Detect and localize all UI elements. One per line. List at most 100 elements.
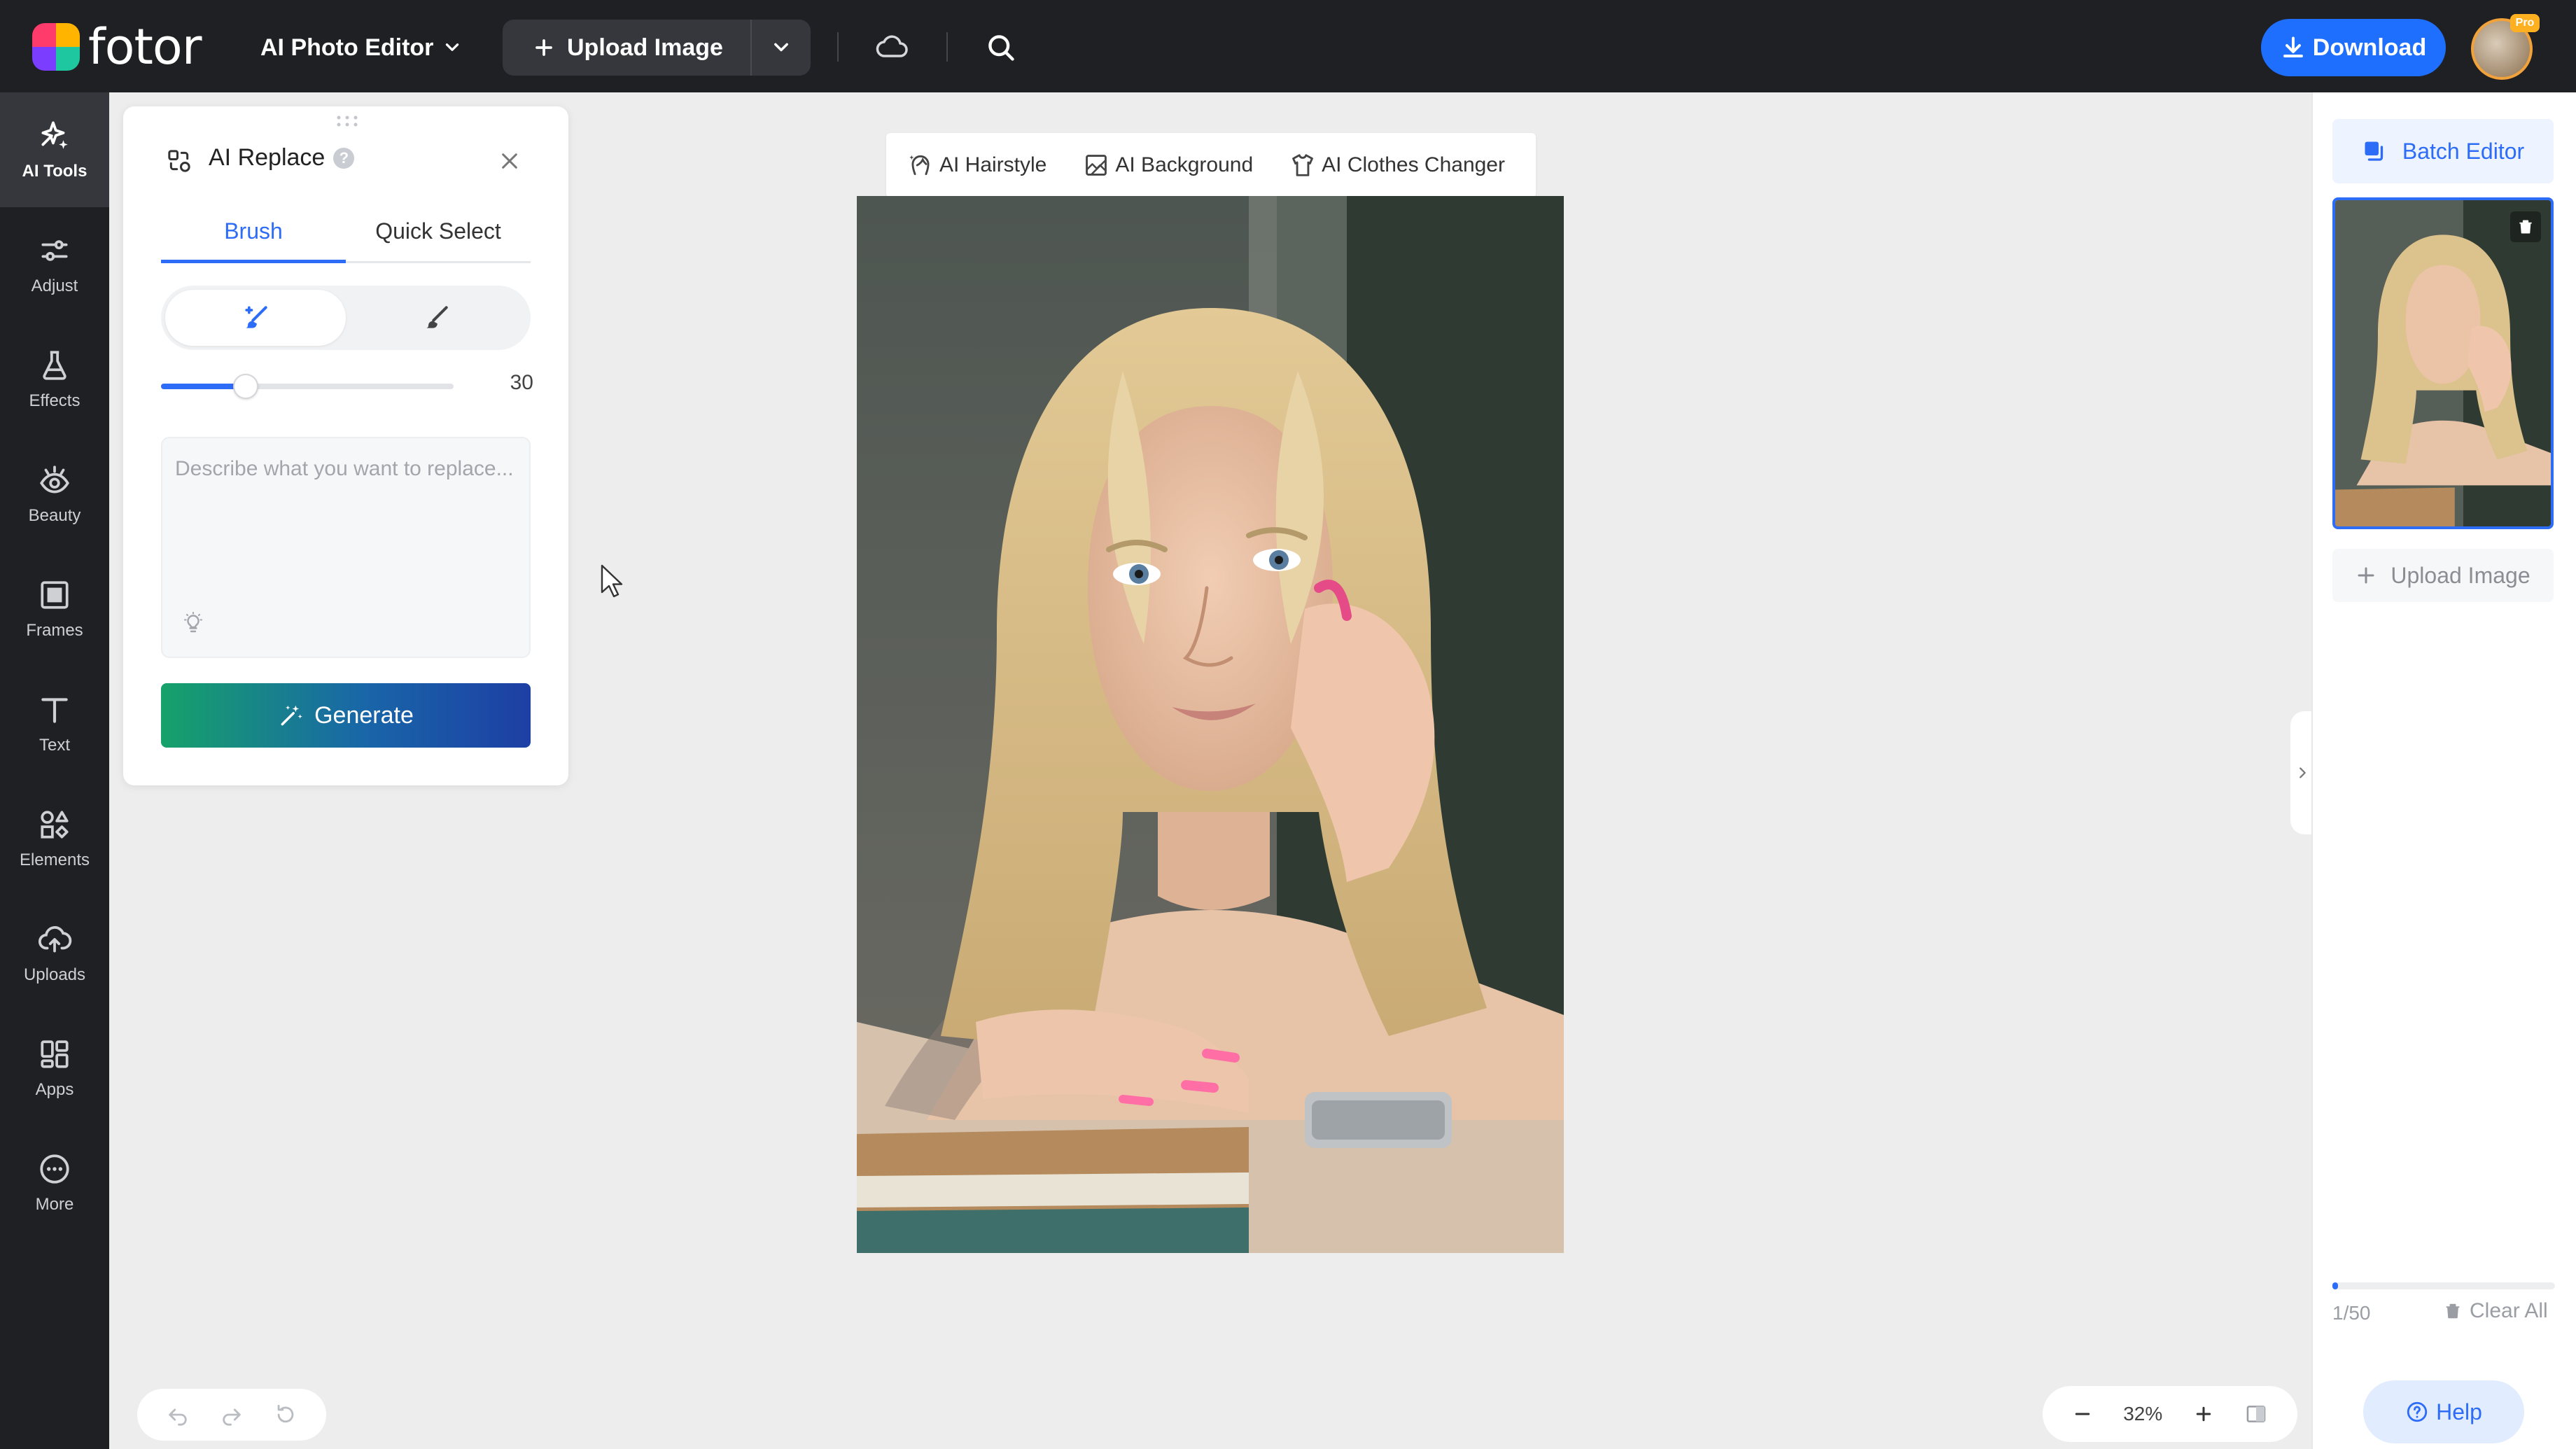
canvas-photo[interactable] [857,196,1564,1253]
fotor-logo[interactable]: fotor [32,18,202,76]
replace-prompt-input[interactable] [162,438,529,606]
zoom-controls: 32% [2043,1386,2297,1442]
more-icon [40,1154,69,1184]
help-label: Help [2436,1399,2482,1424]
ai-clothes-changer-button[interactable]: AI Clothes Changer [1289,152,1505,178]
compare-view-icon[interactable] [2244,1402,2268,1426]
brush-tabs: Brush Quick Select [161,209,531,263]
collapse-right-panel-button[interactable] [2290,711,2314,834]
sidebar-label: Frames [26,621,83,640]
close-icon[interactable] [494,146,525,176]
upload-image-group: Upload Image [503,20,811,76]
top-bar: fotor AI Photo Editor Upload Image Downl… [0,0,2576,92]
add-brush-button[interactable] [165,290,346,346]
shirt-icon [1292,154,1314,176]
help-button[interactable]: Help [2363,1380,2524,1443]
reset-icon[interactable] [270,1399,301,1430]
zoom-in-icon[interactable] [2193,1404,2214,1424]
image-count-progress-fill [2332,1282,2338,1289]
cloud-save-icon[interactable] [872,28,911,67]
sidebar-item-apps[interactable]: Apps [0,1011,109,1126]
sidebar-item-beauty[interactable]: Beauty [0,437,109,552]
brush-erase-icon [426,306,448,328]
image-count-progress [2332,1282,2555,1289]
lightbulb-icon[interactable] [179,609,207,637]
tab-quick-select[interactable]: Quick Select [346,209,531,261]
panel-title-text: AI Replace [209,144,326,171]
brush-add-icon [245,306,267,328]
batch-icon [2365,141,2383,161]
ai-photo-editor-menu[interactable]: AI Photo Editor [260,28,461,67]
batch-editor-label: Batch Editor [2402,138,2525,164]
logo-mark-icon [32,23,80,71]
brush-mode-toggle [161,286,531,350]
cloud-upload-icon [38,926,72,953]
drag-handle-icon[interactable] [333,113,361,129]
sidebar-item-frames[interactable]: Frames [0,552,109,666]
sidebar-label: Apps [35,1080,74,1099]
ai-hairstyle-button[interactable]: AI Hairstyle [907,152,1046,178]
trash-icon[interactable] [2510,211,2541,242]
search-icon[interactable] [981,28,1021,67]
sidebar-item-uploads[interactable]: Uploads [0,896,109,1011]
help-circle-icon [2407,1401,2428,1422]
ai-replace-panel: AI Replace ? Brush Quick Select 30 Gener… [123,106,568,785]
image-thumbnail[interactable] [2332,197,2554,529]
download-icon [2283,36,2303,57]
sidebar-item-ai-tools[interactable]: AI Tools [0,92,109,207]
flask-icon [43,351,66,380]
sparkles-icon [41,121,68,149]
download-label: Download [2312,34,2427,61]
generate-label: Generate [314,701,414,729]
apps-icon [41,1040,69,1068]
erase-brush-button[interactable] [346,290,526,346]
left-sidebar: AI Tools Adjust Effects Beauty Frames Te… [0,92,109,1449]
generate-button[interactable]: Generate [161,683,531,748]
thumbnail-image [2335,200,2551,526]
upload-image-side-label: Upload Image [2390,562,2530,588]
sidebar-label: Text [38,736,70,755]
undo-icon[interactable] [162,1399,193,1430]
feature-label: AI Background [1115,153,1254,176]
magic-wand-icon [281,705,302,726]
sidebar-item-more[interactable]: More [0,1126,109,1240]
upload-image-side-button[interactable]: Upload Image [2332,549,2554,602]
sidebar-item-elements[interactable]: Elements [0,781,109,896]
download-button[interactable]: Download [2261,19,2446,76]
sidebar-item-effects[interactable]: Effects [0,322,109,437]
sidebar-label: Beauty [28,506,81,525]
upload-image-button[interactable]: Upload Image [503,20,752,76]
feature-label: AI Hairstyle [939,153,1047,176]
ai-feature-bar: AI Hairstyle AI Background AI Clothes Ch… [886,133,1536,197]
sidebar-label: Adjust [31,276,78,295]
feature-label: AI Clothes Changer [1322,153,1505,176]
sidebar-label: More [35,1195,74,1214]
clear-all-button[interactable]: Clear All [2443,1299,2548,1323]
brush-size-value: 30 [510,371,533,394]
chevron-down-icon [446,43,459,51]
panel-title: AI Replace ? [209,144,355,172]
upload-image-label: Upload Image [567,34,723,61]
sidebar-label: Elements [19,850,90,869]
zoom-out-icon[interactable] [2072,1404,2093,1424]
portrait-photo-image [857,196,1564,1253]
plus-icon [2358,567,2374,584]
sidebar-label: AI Tools [22,162,88,181]
brush-size-slider-thumb[interactable] [233,374,259,399]
app-menu-label: AI Photo Editor [260,34,434,61]
brush-size-slider[interactable] [161,374,454,399]
sidebar-item-text[interactable]: Text [0,666,109,781]
prompt-box [161,437,531,658]
tab-brush[interactable]: Brush [161,209,346,263]
sidebar-label: Effects [29,391,80,410]
help-question-icon[interactable]: ? [333,147,355,169]
batch-editor-button[interactable]: Batch Editor [2332,119,2554,183]
sidebar-item-adjust[interactable]: Adjust [0,207,109,322]
divider [946,32,948,62]
ai-background-button[interactable]: AI Background [1083,152,1253,178]
chevron-down-icon [774,43,788,52]
image-count: 1/50 [2332,1302,2371,1324]
upload-options-dropdown[interactable] [752,20,811,76]
background-icon [1086,155,1107,176]
redo-icon[interactable] [216,1399,247,1430]
